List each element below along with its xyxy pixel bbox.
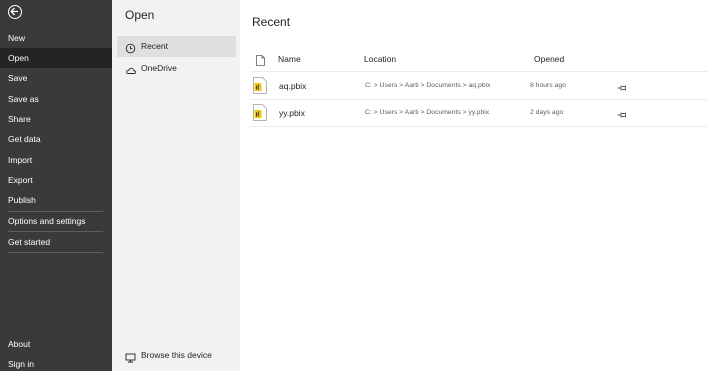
nav-item-save[interactable]: Save [0, 68, 112, 88]
nav-item-import[interactable]: Import [0, 150, 112, 170]
pin-icon[interactable] [617, 106, 627, 124]
nav-item-get-started[interactable]: Get started [0, 232, 112, 252]
backstage-nav: New Open Save Save as Share Get data Imp… [0, 0, 112, 371]
nav-item-publish[interactable]: Publish [0, 190, 112, 210]
nav-item-sign-in[interactable]: Sign in [0, 354, 112, 371]
column-header-opened[interactable]: Opened [534, 54, 564, 64]
browse-this-device-label: Browse this device [141, 350, 212, 360]
file-type-icon [256, 53, 265, 71]
open-pane-item-label: Recent [141, 41, 168, 51]
column-header-name[interactable]: Name [278, 54, 301, 64]
pbix-file-icon [253, 77, 267, 94]
browse-this-device-button[interactable]: Browse this device [117, 345, 236, 365]
open-pane: Open Recent OneDrive Browse this device [112, 0, 240, 371]
file-location: C: > Users > Aarti > Documents > yy.pbix [365, 109, 490, 116]
back-arrow-icon[interactable] [8, 5, 22, 19]
pbix-file-icon [253, 104, 267, 121]
cloud-icon [125, 63, 137, 74]
monitor-icon [125, 350, 136, 370]
nav-item-open[interactable]: Open [0, 48, 112, 68]
table-row[interactable]: yy.pbix C: > Users > Aarti > Documents >… [250, 99, 708, 127]
table-row[interactable]: aq.pbix C: > Users > Aarti > Documents >… [250, 72, 708, 100]
nav-item-save-as[interactable]: Save as [0, 89, 112, 109]
nav-item-new[interactable]: New [0, 28, 112, 48]
file-location: C: > Users > Aarti > Documents > aq.pbix [365, 82, 491, 89]
file-name: aq.pbix [279, 81, 307, 91]
nav-item-get-data[interactable]: Get data [0, 129, 112, 149]
file-name: yy.pbix [279, 108, 305, 118]
nav-item-options-and-settings[interactable]: Options and settings [0, 211, 112, 231]
open-pane-title: Open [125, 8, 155, 22]
open-pane-item-onedrive[interactable]: OneDrive [117, 58, 236, 79]
nav-item-about[interactable]: About [0, 334, 112, 354]
nav-item-export[interactable]: Export [0, 170, 112, 190]
column-header-location[interactable]: Location [364, 54, 396, 64]
open-pane-item-recent[interactable]: Recent [117, 36, 236, 57]
open-pane-item-label: OneDrive [141, 63, 177, 73]
pin-icon[interactable] [617, 79, 627, 97]
clock-icon [125, 41, 136, 54]
nav-divider [8, 252, 103, 253]
nav-item-share[interactable]: Share [0, 109, 112, 129]
file-opened: 8 hours ago [530, 82, 566, 89]
recent-title: Recent [252, 15, 291, 29]
recent-files-pane: Recent Name Location Opened aq.pbix C: >… [240, 0, 720, 371]
file-opened: 2 days ago [530, 109, 564, 116]
